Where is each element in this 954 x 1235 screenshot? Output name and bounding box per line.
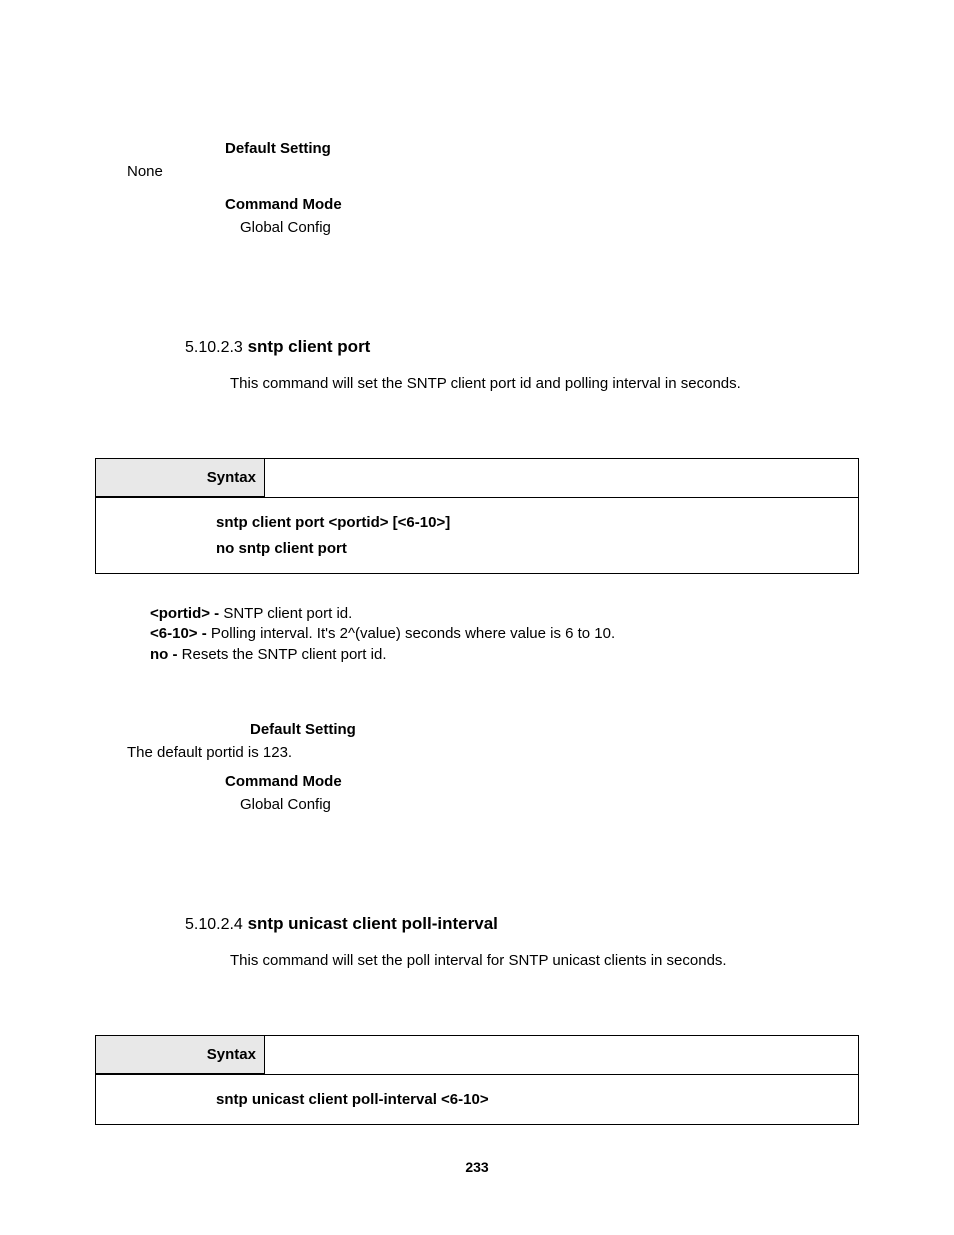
default-setting-value-2: The default portid is 123.: [127, 744, 859, 761]
param-val: Resets the SNTP client port id.: [178, 646, 387, 663]
section-title: sntp unicast client poll-interval: [248, 914, 498, 933]
command-mode-value-1: Global Config: [240, 219, 859, 236]
syntax-command-1a: sntp client port <portid> [<6-10>]: [216, 510, 848, 536]
param-no: no - Resets the SNTP client port id.: [150, 645, 859, 665]
syntax-box-2: Syntax sntp unicast client poll-interval…: [95, 1035, 859, 1126]
section-number: 5.10.2.4: [185, 916, 243, 933]
param-portid: <portid> - SNTP client port id.: [150, 604, 859, 624]
default-setting-value-1: None: [127, 163, 859, 180]
param-val: SNTP client port id.: [219, 605, 352, 622]
section-desc-2: This command will set the poll interval …: [230, 952, 859, 969]
param-key: no -: [150, 646, 178, 663]
page-number: 233: [0, 1159, 954, 1175]
param-key: <6-10> -: [150, 625, 207, 642]
default-setting-label-1: Default Setting: [225, 140, 859, 157]
param-range: <6-10> - Polling interval. It's 2^(value…: [150, 624, 859, 644]
syntax-label-1: Syntax: [96, 459, 265, 497]
param-key: <portid> -: [150, 605, 219, 622]
syntax-command-1b: no sntp client port: [216, 536, 848, 562]
section-number: 5.10.2.3: [185, 339, 243, 356]
command-mode-value-2: Global Config: [240, 796, 859, 813]
command-mode-label-1: Command Mode: [225, 196, 859, 213]
command-mode-label-2: Command Mode: [225, 773, 859, 790]
param-val: Polling interval. It's 2^(value) seconds…: [207, 625, 615, 642]
section-desc-1: This command will set the SNTP client po…: [230, 375, 859, 392]
section-title: sntp client port: [248, 337, 371, 356]
syntax-command-2a: sntp unicast client poll-interval <6-10>: [216, 1087, 848, 1113]
param-list-1: <portid> - SNTP client port id. <6-10> -…: [150, 604, 859, 665]
syntax-label-2: Syntax: [96, 1036, 265, 1074]
section-heading-sntp-client-port: 5.10.2.3 sntp client port: [185, 337, 859, 357]
syntax-box-1: Syntax sntp client port <portid> [<6-10>…: [95, 458, 859, 574]
section-heading-sntp-unicast: 5.10.2.4 sntp unicast client poll-interv…: [185, 914, 859, 934]
default-setting-label-2: Default Setting: [250, 721, 859, 738]
